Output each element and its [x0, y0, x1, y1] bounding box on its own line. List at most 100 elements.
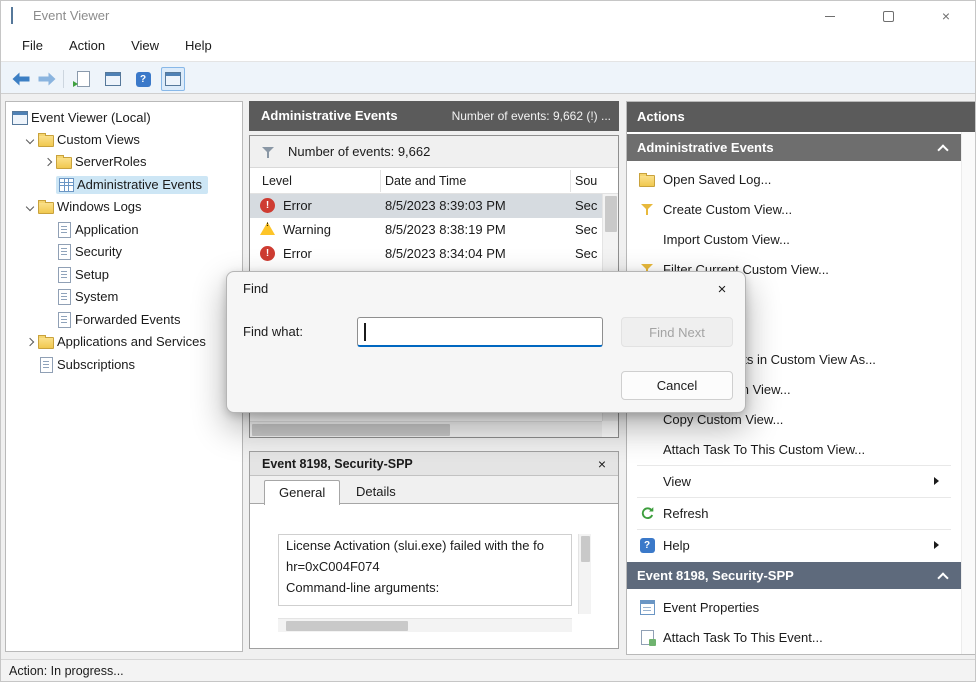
tree-item-root[interactable]: Event Viewer (Local)	[6, 107, 242, 128]
column-header-level[interactable]: Level	[262, 168, 292, 194]
menu-action[interactable]: Action	[56, 31, 118, 61]
tab-general[interactable]: General	[264, 480, 340, 505]
tree-item-system[interactable]: System	[6, 286, 242, 307]
event-row[interactable]: Error 8/5/2023 8:39:03 PM Sec	[250, 194, 602, 218]
menu-help[interactable]: Help	[172, 31, 225, 61]
tree-item-application[interactable]: Application	[6, 219, 242, 240]
events-horizontal-scrollbar[interactable]	[250, 421, 602, 437]
show-console-tree-button[interactable]	[101, 67, 125, 91]
tree-item-setup[interactable]: Setup	[6, 264, 242, 285]
action-label: Attach Task To This Event...	[663, 630, 823, 645]
tree-item-subscriptions[interactable]: Subscriptions	[6, 354, 242, 375]
table-header-row: Level Date and Time Sou	[250, 168, 618, 194]
event-row[interactable]: Warning 8/5/2023 8:38:19 PM Sec	[250, 218, 602, 242]
details-tabs: General Details	[250, 476, 618, 504]
tree-item-administrative-events[interactable]: Administrative Events	[6, 174, 242, 195]
details-header: Event 8198, Security-SPP ×	[250, 452, 618, 476]
show-action-pane-button[interactable]	[161, 67, 185, 91]
event-description-box[interactable]: License Activation (slui.exe) failed wit…	[278, 534, 572, 606]
close-button[interactable]: ×	[917, 1, 975, 31]
action-view[interactable]: View	[627, 466, 961, 496]
column-header-date-and-time[interactable]: Date and Time	[385, 168, 466, 194]
section-administrative-events[interactable]: Administrative Events	[627, 134, 961, 161]
action-attach-task-to-custom-view[interactable]: Attach Task To This Custom View...	[627, 434, 961, 464]
event-datetime: 8/5/2023 8:34:04 PM	[385, 242, 506, 266]
show-action-pane-icon	[165, 72, 181, 86]
menu-view[interactable]: View	[118, 31, 172, 61]
scrollbar-thumb[interactable]	[581, 536, 590, 562]
close-icon[interactable]: ×	[711, 278, 733, 300]
toolbar: ?	[1, 61, 975, 94]
action-label: Event Properties	[663, 600, 759, 615]
close-icon[interactable]: ×	[592, 452, 612, 476]
event-viewer-icon	[12, 111, 28, 125]
collapse-icon[interactable]	[937, 142, 949, 154]
tree-item-custom-views[interactable]: Custom Views	[6, 129, 242, 150]
section-event-8198[interactable]: Event 8198, Security-SPP	[627, 562, 961, 589]
details-vertical-scrollbar[interactable]	[578, 534, 591, 614]
tree-item-applications-and-services[interactable]: Applications and Services	[6, 331, 242, 352]
find-dialog: Find × Find what: Find Next Cancel	[226, 271, 746, 413]
action-label: Create Custom View...	[663, 202, 792, 217]
chevron-down-icon[interactable]	[22, 132, 38, 148]
event-datetime: 8/5/2023 8:39:03 PM	[385, 194, 506, 218]
action-label: Open Saved Log...	[663, 172, 771, 187]
event-description-line: hr=0xC004F074	[279, 556, 571, 577]
tree-item-label: Windows Logs	[57, 199, 142, 214]
log-icon	[58, 222, 71, 238]
action-import-custom-view[interactable]: Import Custom View...	[627, 224, 961, 254]
back-button[interactable]	[9, 67, 33, 91]
log-icon	[58, 244, 71, 260]
chevron-right-icon[interactable]	[40, 154, 56, 170]
submenu-arrow-icon	[934, 477, 939, 485]
section-title: Administrative Events	[637, 140, 774, 155]
event-row[interactable]: Error 8/5/2023 8:34:04 PM Sec	[250, 242, 602, 266]
event-datetime: 8/5/2023 8:38:19 PM	[385, 218, 506, 242]
folder-icon	[38, 202, 54, 214]
chevron-down-icon[interactable]	[22, 199, 38, 215]
tree-item-label: ServerRoles	[75, 154, 147, 169]
tree-item-windows-logs[interactable]: Windows Logs	[6, 196, 242, 217]
menu-bar: File Action View Help	[1, 31, 975, 61]
tree-item-forwarded-events[interactable]: Forwarded Events	[6, 309, 242, 330]
maximize-button[interactable]	[859, 1, 917, 31]
action-label: Import Custom View...	[663, 232, 790, 247]
action-help[interactable]: ? Help	[627, 530, 961, 560]
menu-file[interactable]: File	[9, 31, 56, 61]
collapse-icon[interactable]	[937, 570, 949, 582]
folder-icon	[38, 135, 54, 147]
events-pane-header: Administrative Events Number of events: …	[249, 101, 619, 131]
scrollbar-thumb[interactable]	[252, 424, 450, 436]
log-icon	[58, 289, 71, 305]
details-horizontal-scrollbar[interactable]	[278, 618, 572, 632]
find-next-button[interactable]: Find Next	[621, 317, 733, 347]
maximize-icon	[883, 11, 894, 22]
help-button[interactable]: ?	[131, 67, 155, 91]
export-list-button[interactable]	[71, 67, 95, 91]
titlebar: Event Viewer ×	[1, 1, 975, 31]
forward-button[interactable]	[35, 67, 59, 91]
action-create-custom-view[interactable]: Create Custom View...	[627, 194, 961, 224]
action-open-saved-log[interactable]: Open Saved Log...	[627, 164, 961, 194]
scrollbar-thumb[interactable]	[605, 196, 617, 232]
minimize-button[interactable]	[801, 1, 859, 31]
chevron-right-icon[interactable]	[22, 334, 38, 350]
action-label: Help	[663, 538, 690, 553]
action-refresh[interactable]: Refresh	[627, 498, 961, 528]
actions-scrollbar[interactable]	[961, 132, 976, 654]
action-attach-task-to-event[interactable]: Attach Task To This Event...	[627, 622, 961, 652]
tree-item-label: Application	[75, 222, 139, 237]
action-event-properties[interactable]: Event Properties	[627, 592, 961, 622]
toolbar-divider	[63, 70, 64, 88]
column-header-source[interactable]: Sou	[575, 168, 597, 194]
tree-item-serverroles[interactable]: ServerRoles	[6, 151, 242, 172]
section-title: Event 8198, Security-SPP	[637, 568, 794, 583]
tree-item-security[interactable]: Security	[6, 241, 242, 262]
cancel-button[interactable]: Cancel	[621, 371, 733, 400]
event-level: Error	[283, 242, 312, 266]
column-divider[interactable]	[380, 170, 381, 192]
find-input[interactable]	[357, 317, 603, 347]
column-divider[interactable]	[570, 170, 571, 192]
tab-details[interactable]: Details	[342, 480, 410, 504]
scrollbar-thumb[interactable]	[286, 621, 408, 631]
